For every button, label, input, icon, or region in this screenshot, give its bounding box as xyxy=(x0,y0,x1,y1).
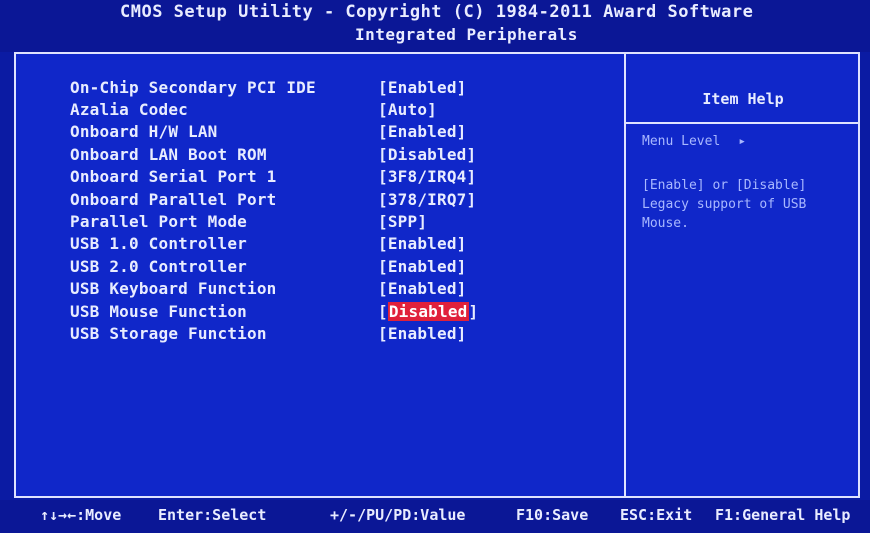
setting-value[interactable]: [Auto] xyxy=(378,100,437,119)
key-enter-select: Enter:Select xyxy=(158,506,267,524)
key-save: F10:Save xyxy=(516,506,589,524)
setting-label: Onboard Serial Port 1 xyxy=(70,167,277,187)
setting-label: Onboard LAN Boot ROM xyxy=(70,144,267,164)
setting-value[interactable]: [Disabled] xyxy=(378,145,476,164)
key-legend-bar: ↑↓→←:Move Enter:Select +/-/PU/PD:Value F… xyxy=(0,500,870,533)
setting-row-usb-storage[interactable]: USB Storage Function [Enabled] xyxy=(70,322,620,344)
bracket-open: [ xyxy=(378,301,388,321)
setting-label: Onboard Parallel Port xyxy=(70,189,277,209)
panel-divider xyxy=(624,54,626,496)
key-general-help: F1:General Help xyxy=(715,506,851,524)
setting-row-parallel-port[interactable]: Onboard Parallel Port [378/IRQ7] xyxy=(70,188,620,210)
setting-row-usb-mouse[interactable]: USB Mouse Function [Disabled] xyxy=(70,300,620,322)
setting-row-azalia-codec[interactable]: Azalia Codec [Auto] xyxy=(70,98,620,120)
main-panel: On-Chip Secondary PCI IDE [Enabled] Azal… xyxy=(14,52,860,498)
setting-label: Azalia Codec xyxy=(70,100,188,120)
setting-label: Onboard H/W LAN xyxy=(70,122,218,142)
key-move: ↑↓→←:Move xyxy=(40,506,122,524)
setting-label: USB Mouse Function xyxy=(70,301,247,321)
setting-value-selected[interactable]: [Disabled] xyxy=(378,301,479,321)
title-bar: CMOS Setup Utility - Copyright (C) 1984-… xyxy=(0,0,870,52)
settings-list: On-Chip Secondary PCI IDE [Enabled] Azal… xyxy=(70,76,620,345)
setting-value[interactable]: [Enabled] xyxy=(378,324,467,343)
bracket-close: ] xyxy=(468,301,479,321)
setting-label: USB 2.0 Controller xyxy=(70,256,247,276)
setting-value[interactable]: [3F8/IRQ4] xyxy=(378,167,476,186)
setting-row-serial-port-1[interactable]: Onboard Serial Port 1 [3F8/IRQ4] xyxy=(70,166,620,188)
setting-value[interactable]: [SPP] xyxy=(378,212,427,231)
item-help-title: Item Help xyxy=(702,90,784,108)
setting-row-secondary-pci-ide[interactable]: On-Chip Secondary PCI IDE [Enabled] xyxy=(70,76,620,98)
setting-value[interactable]: [Enabled] xyxy=(378,234,467,253)
key-exit: ESC:Exit xyxy=(620,506,693,524)
setting-value[interactable]: [Enabled] xyxy=(378,257,467,276)
setting-label: On-Chip Secondary PCI IDE xyxy=(70,77,316,97)
setting-value[interactable]: [Enabled] xyxy=(378,122,467,141)
setting-value[interactable]: [Enabled] xyxy=(378,279,467,298)
key-value: +/-/PU/PD:Value xyxy=(330,506,466,524)
setting-row-usb-2-controller[interactable]: USB 2.0 Controller [Enabled] xyxy=(70,255,620,277)
setting-row-usb-1-controller[interactable]: USB 1.0 Controller [Enabled] xyxy=(70,233,620,255)
app-title: CMOS Setup Utility - Copyright (C) 1984-… xyxy=(120,2,754,22)
page-title: Integrated Peripherals xyxy=(355,25,578,44)
setting-value[interactable]: [Enabled] xyxy=(378,78,467,97)
arrow-right-icon: ▸ xyxy=(738,134,747,149)
setting-row-lan-boot-rom[interactable]: Onboard LAN Boot ROM [Disabled] xyxy=(70,143,620,165)
help-header-divider xyxy=(626,122,860,124)
menu-level-label: Menu Level xyxy=(642,134,721,149)
setting-label: USB Storage Function xyxy=(70,323,267,343)
setting-row-onboard-lan[interactable]: Onboard H/W LAN [Enabled] xyxy=(70,121,620,143)
menu-level: Menu Level ▸ xyxy=(642,134,746,149)
setting-row-parallel-port-mode[interactable]: Parallel Port Mode [SPP] xyxy=(70,210,620,232)
setting-label: USB 1.0 Controller xyxy=(70,234,247,254)
setting-label: Parallel Port Mode xyxy=(70,212,247,232)
selected-value-highlight[interactable]: Disabled xyxy=(387,301,469,321)
bios-screen: CMOS Setup Utility - Copyright (C) 1984-… xyxy=(0,0,870,533)
setting-row-usb-keyboard[interactable]: USB Keyboard Function [Enabled] xyxy=(70,278,620,300)
setting-label: USB Keyboard Function xyxy=(70,279,277,299)
help-description: [Enable] or [Disable] Legacy support of … xyxy=(642,178,807,231)
setting-value[interactable]: [378/IRQ7] xyxy=(378,190,476,209)
